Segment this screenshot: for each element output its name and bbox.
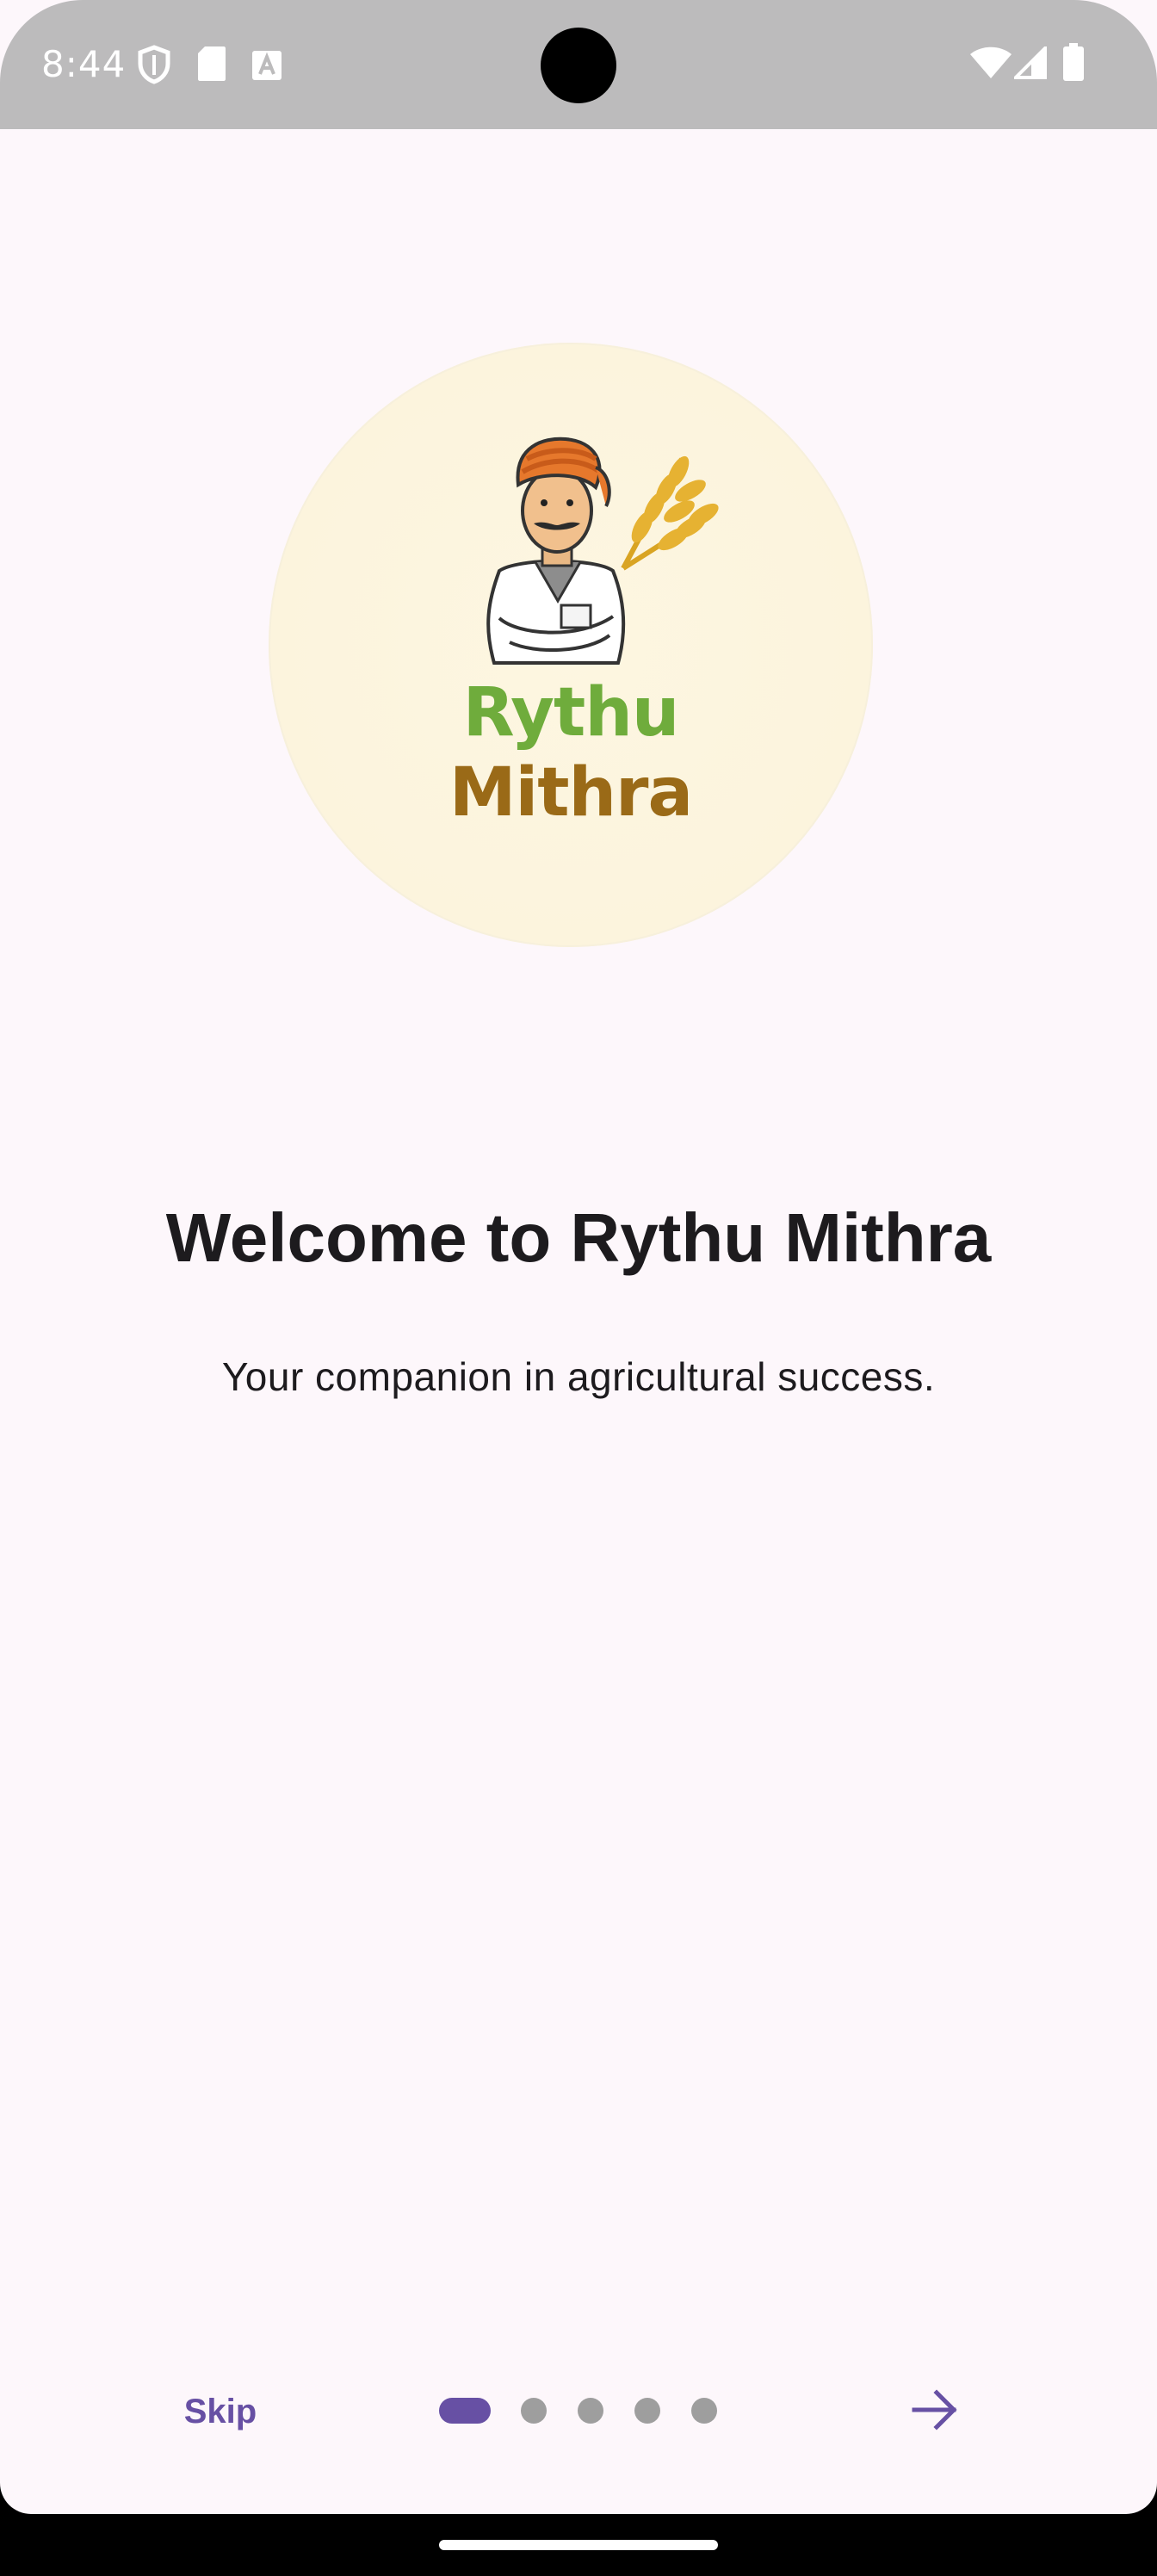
app-logo: Rythu Mithra <box>269 343 873 947</box>
font-icon <box>251 50 282 85</box>
battery-icon <box>1062 43 1085 85</box>
wheat-icon <box>621 455 719 571</box>
page-subtitle: Your companion in agricultural success. <box>221 1354 936 1399</box>
sd-card-icon <box>196 45 227 87</box>
phone-screen: 8:44 Rythu Mithra Welcome to Rythu Mithr… <box>0 0 1157 2576</box>
page-dot-4[interactable] <box>634 2398 660 2424</box>
onboarding-page: 8:44 Rythu Mithra Welcome to Rythu Mithr… <box>0 0 1157 2514</box>
page-dot-1[interactable] <box>439 2398 491 2424</box>
shield-icon <box>136 45 172 89</box>
logo-text-rythu: Rythu <box>462 674 680 752</box>
page-dot-2[interactable] <box>521 2398 547 2424</box>
logo-text-mithra: Mithra <box>449 754 693 832</box>
arrow-right-icon <box>912 2388 957 2430</box>
next-button[interactable] <box>900 2373 969 2449</box>
status-bar: 8:44 <box>0 0 1157 129</box>
page-title: Welcome to Rythu Mithra <box>165 1199 992 1276</box>
wifi-icon <box>969 46 1012 84</box>
status-time: 8:44 <box>41 43 127 85</box>
signal-icon <box>1012 44 1047 84</box>
front-camera <box>541 28 616 103</box>
page-dot-3[interactable] <box>578 2398 603 2424</box>
page-dot-5[interactable] <box>691 2398 717 2424</box>
home-indicator[interactable] <box>439 2540 718 2550</box>
farmer-illustration <box>486 437 719 665</box>
page-indicator <box>0 2398 1157 2424</box>
